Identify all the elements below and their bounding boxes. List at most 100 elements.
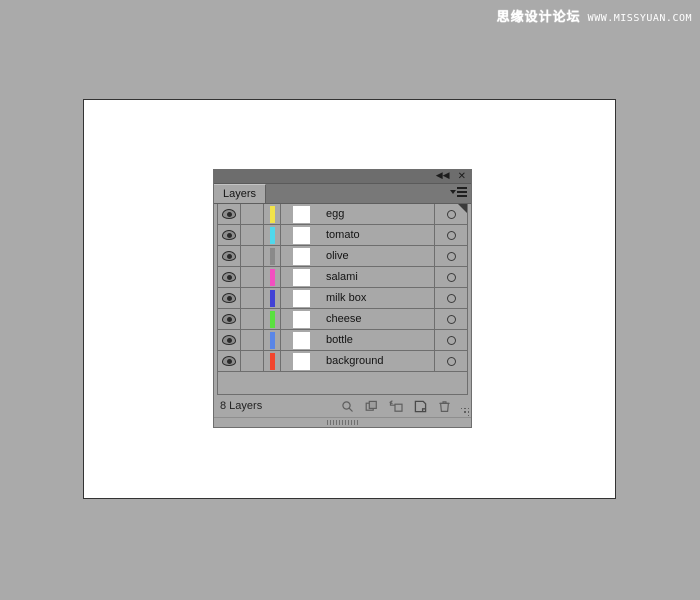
layer-lock-toggle[interactable]: [241, 267, 264, 287]
layer-lock-toggle[interactable]: [241, 309, 264, 329]
layer-thumbnail-image: [293, 247, 310, 265]
layer-visibility-toggle[interactable]: [218, 288, 241, 308]
panel-toolbar: [341, 399, 465, 413]
target-circle-icon: [446, 251, 456, 261]
eye-icon: [222, 335, 236, 345]
close-panel-icon[interactable]: ✕: [458, 171, 466, 182]
layer-lock-toggle[interactable]: [241, 288, 264, 308]
layer-thumbnail[interactable]: [281, 267, 322, 287]
target-circle-icon: [446, 230, 456, 240]
target-circle-icon: [446, 356, 456, 366]
table-row[interactable]: bottle: [218, 330, 467, 351]
layer-lock-toggle[interactable]: [241, 204, 264, 224]
layer-thumbnail-image: [293, 289, 310, 307]
panel-bottom-grip[interactable]: [214, 417, 471, 427]
layer-target-cell[interactable]: [435, 330, 467, 350]
layer-color-strip: [264, 330, 281, 350]
layer-target-cell[interactable]: [435, 225, 467, 245]
collapse-panel-icon[interactable]: ◀◀: [436, 172, 450, 181]
tab-layers-label: Layers: [223, 188, 257, 200]
layer-lock-toggle[interactable]: [241, 330, 264, 350]
layer-target-cell[interactable]: [435, 267, 467, 287]
layer-thumbnail[interactable]: [281, 246, 322, 266]
layer-target-cell[interactable]: [435, 351, 467, 371]
layer-rows-container: egg tomato olive salami milk box cheese bottle…: [218, 204, 467, 372]
layer-lock-toggle[interactable]: [241, 225, 264, 245]
table-row[interactable]: cheese: [218, 309, 467, 330]
layer-thumbnail-image: [293, 352, 310, 370]
target-circle-icon: [446, 335, 456, 345]
layer-target-cell[interactable]: [435, 246, 467, 266]
watermark: 思缘设计论坛 WWW.MISSYUAN.COM: [497, 6, 692, 25]
tabstrip-filler: [266, 184, 471, 203]
tab-layers[interactable]: Layers: [214, 184, 267, 203]
layer-name-cell[interactable]: salami: [322, 267, 435, 287]
create-new-layer-icon[interactable]: [414, 400, 427, 413]
table-row[interactable]: milk box: [218, 288, 467, 309]
layer-thumbnail-image: [293, 331, 310, 349]
eye-icon: [222, 314, 236, 324]
table-row[interactable]: egg: [218, 204, 467, 225]
table-row[interactable]: background: [218, 351, 467, 372]
target-circle-icon: [446, 272, 456, 282]
layer-thumbnail[interactable]: [281, 204, 322, 224]
panel-resize-grip[interactable]: [458, 405, 469, 416]
layer-color-strip: [264, 267, 281, 287]
panel-menu-icon[interactable]: [450, 187, 467, 197]
target-circle-icon: [446, 209, 456, 219]
layer-name-cell[interactable]: cheese: [322, 309, 435, 329]
layer-visibility-toggle[interactable]: [218, 204, 241, 224]
layer-color-strip: [264, 288, 281, 308]
layer-target-cell[interactable]: [435, 288, 467, 308]
table-row[interactable]: tomato: [218, 225, 467, 246]
layer-thumbnail[interactable]: [281, 225, 322, 245]
layer-color-strip: [264, 204, 281, 224]
layer-lock-toggle[interactable]: [241, 351, 264, 371]
layer-name-label: salami: [326, 271, 358, 283]
layer-list-empty-area[interactable]: [218, 372, 467, 394]
layer-thumbnail[interactable]: [281, 309, 322, 329]
layer-color-swatch: [269, 247, 275, 265]
layer-color-swatch: [269, 226, 275, 244]
layer-thumbnail-image: [293, 226, 310, 244]
layer-name-cell[interactable]: background: [322, 351, 435, 371]
layer-thumbnail[interactable]: [281, 351, 322, 371]
layer-visibility-toggle[interactable]: [218, 351, 241, 371]
table-row[interactable]: salami: [218, 267, 467, 288]
delete-layer-icon[interactable]: [438, 400, 451, 413]
layer-name-label: egg: [326, 208, 345, 220]
eye-icon: [222, 356, 236, 366]
layer-name-cell[interactable]: tomato: [322, 225, 435, 245]
layer-name-cell[interactable]: milk box: [322, 288, 435, 308]
layer-visibility-toggle[interactable]: [218, 246, 241, 266]
hamburger-icon: [457, 187, 467, 197]
layer-count-label: 8 Layers: [220, 400, 263, 412]
layer-name-cell[interactable]: olive: [322, 246, 435, 266]
layer-color-swatch: [269, 352, 275, 370]
layer-visibility-toggle[interactable]: [218, 330, 241, 350]
layer-thumbnail[interactable]: [281, 288, 322, 308]
layer-visibility-toggle[interactable]: [218, 267, 241, 287]
layer-color-swatch: [269, 331, 275, 349]
layer-name-cell[interactable]: bottle: [322, 330, 435, 350]
layers-panel: ◀◀ ✕ Layers egg tomato olive salami milk box…: [213, 169, 472, 428]
layer-name-cell[interactable]: egg: [322, 204, 435, 224]
layer-visibility-toggle[interactable]: [218, 309, 241, 329]
layer-color-strip: [264, 309, 281, 329]
create-new-sublayer-icon[interactable]: [389, 399, 403, 413]
panel-corner-indicator: [458, 204, 467, 213]
layer-thumbnail-image: [293, 268, 310, 286]
layer-list: egg tomato olive salami milk box cheese bottle…: [217, 204, 468, 395]
panel-titlebar: ◀◀ ✕: [214, 170, 471, 184]
layer-name-label: olive: [326, 250, 349, 262]
layer-name-label: cheese: [326, 313, 362, 325]
table-row[interactable]: olive: [218, 246, 467, 267]
layer-thumbnail[interactable]: [281, 330, 322, 350]
locate-object-icon[interactable]: [341, 400, 354, 413]
layer-lock-toggle[interactable]: [241, 246, 264, 266]
layer-target-cell[interactable]: [435, 309, 467, 329]
layer-name-label: milk box: [326, 292, 367, 304]
panel-tabstrip: Layers: [214, 184, 471, 204]
layer-visibility-toggle[interactable]: [218, 225, 241, 245]
make-sublayer-icon[interactable]: [365, 400, 378, 413]
